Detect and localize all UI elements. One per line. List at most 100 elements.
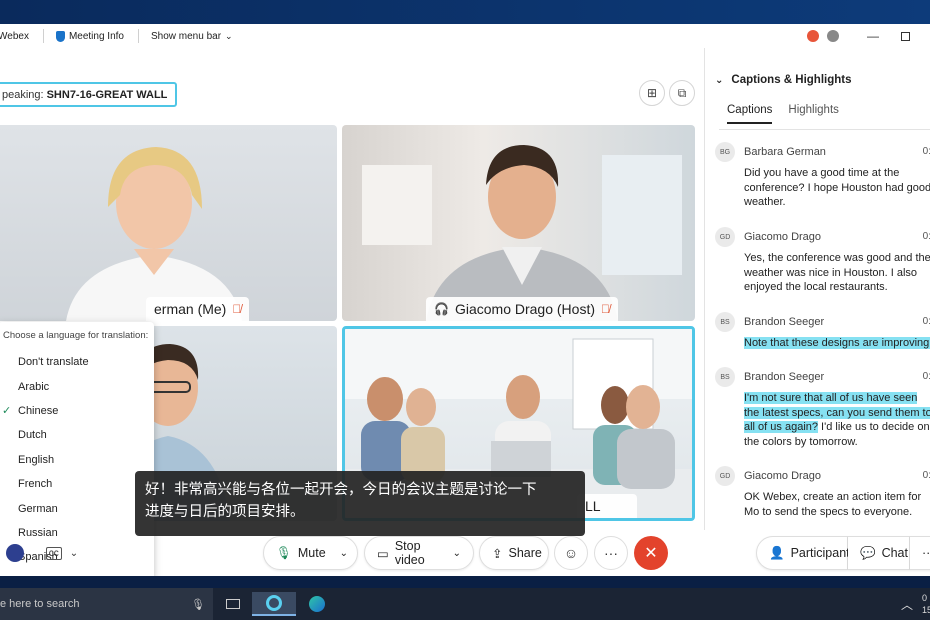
maximize-icon[interactable] — [901, 31, 910, 41]
chevron-up-icon[interactable]: ︿ — [894, 592, 920, 616]
minimize-icon[interactable]: — — [867, 29, 879, 43]
more-options-button[interactable]: ··· — [594, 536, 628, 570]
video-tile-barbara[interactable]: erman (Me) 🎙̸ — [0, 125, 337, 321]
avatar: BS — [715, 367, 735, 387]
language-option-label: Chinese — [18, 404, 59, 417]
chevron-down-icon: ⌄ — [452, 547, 461, 559]
meeting-controls: cc ⌄ 🎙 Mute ⌄ ▭ Stop video ⌄ ⇪ Share ☺ ·… — [0, 532, 930, 576]
speaking-value: SHN7-16-GREAT WALL — [46, 88, 168, 101]
clock-time: 0 — [922, 593, 928, 603]
active-speaker-label: peaking: SHN7-16-GREAT WALL — [0, 82, 178, 107]
app-name: Webex — [0, 31, 29, 42]
participants-button[interactable]: 👤 Participants — [756, 536, 856, 570]
webex-taskbar-icon[interactable] — [252, 592, 296, 616]
language-option-selected[interactable]: ✓ Chinese — [0, 399, 154, 423]
caption-line: 进度与日后的项目安排。 — [145, 504, 305, 520]
meeting-stage: peaking: SHN7-16-GREAT WALL ⊞ ⧉ erman (M… — [0, 48, 704, 576]
reactions-button[interactable]: ☺ — [554, 536, 588, 570]
caption-time: 0: — [922, 470, 930, 481]
end-call-button[interactable]: ✕ — [634, 536, 668, 570]
tile-name-tag: LL — [577, 494, 637, 518]
person-icon: 👤 — [769, 545, 785, 560]
more-icon: ··· — [922, 546, 930, 560]
search-placeholder: e here to search — [0, 598, 80, 610]
panel-header[interactable]: ⌄ Captions & Highlights — [715, 74, 852, 86]
panel-title: Captions & Highlights — [731, 74, 852, 86]
layout-button[interactable]: ⊞ — [639, 80, 665, 106]
chevron-down-icon: ⌄ — [225, 30, 233, 41]
language-option[interactable]: Don't translate — [0, 350, 154, 374]
chat-button[interactable]: 💬 Chat — [848, 536, 910, 570]
caption-entry: BS Brandon Seeger 0: I'm not sure that al… — [715, 367, 930, 449]
chevron-down-icon: ⌄ — [715, 74, 724, 86]
settings-icon[interactable] — [827, 30, 839, 42]
meeting-info-label: Meeting Info — [68, 30, 124, 42]
smiley-icon: ☺ — [563, 545, 579, 561]
webex-window: Webex Meeting Info Show menu bar ⌄ — pea… — [0, 24, 930, 576]
tile-name-tag: erman (Me) 🎙̸ — [146, 297, 250, 321]
caption-line: 好！非常高兴能与各位一起开会，今日的会议主题是讨论一下 — [145, 482, 537, 498]
caption-time: 0: — [922, 371, 930, 382]
shield-icon — [55, 30, 65, 42]
caption-entry: BS Brandon Seeger 0: Note that these desi… — [715, 312, 930, 351]
share-label: Share — [508, 546, 542, 560]
caption-text: OK Webex, create an action item for Mo t… — [744, 491, 922, 518]
tab-captions[interactable]: Captions — [727, 104, 773, 124]
recording-icon[interactable] — [807, 30, 819, 42]
panel-tabs: Captions Highlights — [727, 104, 839, 124]
webex-assistant-button[interactable] — [0, 536, 32, 570]
tab-highlights[interactable]: Highlights — [788, 104, 839, 124]
chat-label: Chat — [881, 546, 908, 560]
mute-label: Mute — [297, 546, 326, 560]
avatar: BG — [715, 142, 735, 162]
share-button[interactable]: ⇪ Share — [479, 536, 549, 570]
captions-highlights-panel: ⌄ Captions & Highlights Captions Highlig… — [704, 48, 930, 530]
share-icon: ⇪ — [492, 546, 503, 561]
microphone-icon: 🎙 — [191, 598, 205, 611]
caption-text: Note that these designs are improving! — [744, 336, 930, 351]
participant-name: LL — [585, 498, 601, 514]
stop-video-label: Stop video — [394, 539, 425, 567]
speaker-name: Brandon Seeger — [744, 316, 825, 328]
video-tile-giacomo[interactable]: 🎧 Giacomo Drago (Host) 🎙̸ — [342, 125, 695, 321]
chevron-down-icon: ⌄ — [339, 547, 349, 559]
captions-menu-button[interactable]: cc ⌄ — [38, 536, 86, 570]
edge-browser-icon[interactable] — [304, 592, 330, 616]
caption-text: I'm not sure that all of us have seen th… — [744, 391, 930, 449]
participant-video — [66, 147, 242, 321]
participants-label: Participants — [790, 546, 856, 560]
clock[interactable]: 0 15 — [922, 592, 930, 616]
task-view-icon[interactable] — [220, 592, 246, 616]
popout-button[interactable]: ⧉ — [669, 80, 695, 106]
mute-button[interactable]: 🎙 Mute ⌄ — [263, 536, 358, 570]
taskbar-search-box[interactable]: e here to search 🎙 — [0, 588, 213, 620]
language-option[interactable]: English — [0, 448, 154, 472]
highlighted-text: Note that these designs are improving! — [744, 337, 930, 349]
language-option[interactable]: Arabic — [0, 374, 154, 398]
windows-taskbar: e here to search 🎙 ︿ 0 15 — [0, 588, 930, 620]
caption-entry: GD Giacomo Drago 0: Yes, the conference w… — [715, 227, 930, 295]
avatar: GD — [715, 227, 735, 247]
avatar: BS — [715, 312, 735, 332]
divider — [42, 29, 44, 43]
show-menu-bar-button[interactable]: Show menu bar ⌄ — [151, 31, 233, 42]
language-option-label: Arabic — [18, 380, 50, 393]
language-option[interactable]: Dutch — [0, 423, 154, 447]
language-option[interactable]: French — [0, 472, 154, 496]
caption-time: 0: — [922, 231, 930, 242]
language-option[interactable]: German — [0, 496, 154, 520]
meeting-info-button[interactable]: Meeting Info — [55, 30, 124, 42]
desktop-background — [0, 0, 930, 24]
panel-more-button[interactable]: ··· — [910, 536, 930, 570]
avatar: GD — [715, 466, 735, 486]
stop-video-button[interactable]: ▭ Stop video ⌄ — [364, 536, 474, 570]
desktop-background — [0, 576, 930, 588]
window-controls: — — [807, 24, 930, 48]
close-icon: ✕ — [644, 545, 658, 562]
mic-muted-icon: 🎙̸ — [601, 302, 610, 316]
microphone-icon: 🎙 — [276, 545, 292, 560]
chat-icon: 💬 — [860, 545, 876, 560]
clock-date: 15 — [922, 605, 930, 615]
language-menu-title: Choose a language for translation: — [3, 330, 149, 341]
video-camera-icon: ▭ — [377, 546, 389, 561]
